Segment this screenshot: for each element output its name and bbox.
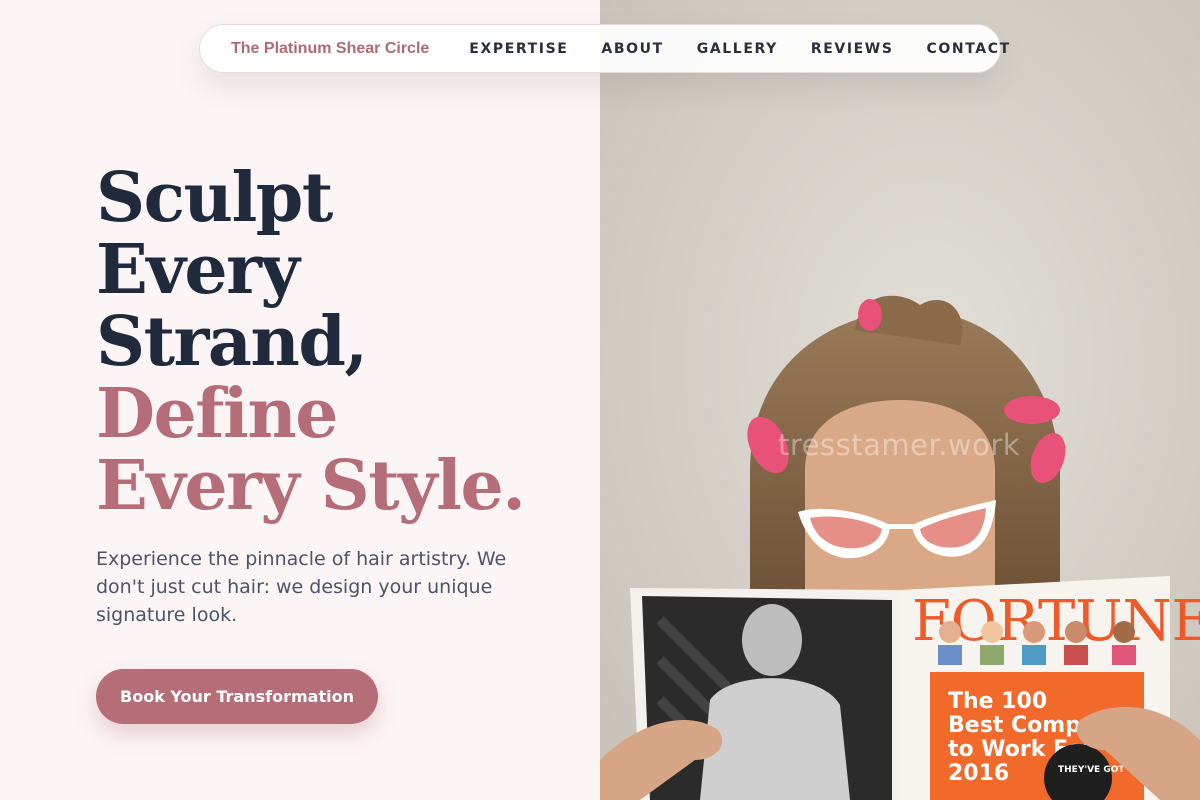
top-navigation: The Platinum Shear Circle EXPERTISE ABOU… xyxy=(199,24,1009,73)
watermark-text: tresstamer.work xyxy=(778,428,1021,462)
nav-link-gallery[interactable]: GALLERY xyxy=(697,41,778,57)
svg-text:2016: 2016 xyxy=(948,761,1009,786)
svg-text:THEY'VE GOT: THEY'VE GOT xyxy=(1058,765,1125,775)
headline-line: Strand, xyxy=(96,302,368,382)
nav-link-expertise[interactable]: EXPERTISE xyxy=(469,41,568,57)
magazine-title: FORTUNE xyxy=(912,589,1200,654)
headline-line: Sculpt xyxy=(96,158,333,238)
book-transformation-button[interactable]: Book Your Transformation xyxy=(96,669,378,724)
nav-links: EXPERTISE ABOUT GALLERY REVIEWS CONTACT xyxy=(469,41,1010,57)
hero-subtext: Experience the pinnacle of hair artistry… xyxy=(96,548,507,626)
woman-reading-magazine-illustration: FORTUNE The 100 Best Companies to Work F… xyxy=(600,0,1200,800)
svg-text:The 100: The 100 xyxy=(948,689,1047,714)
headline-line: Every xyxy=(96,230,300,310)
nav-link-reviews[interactable]: REVIEWS xyxy=(811,41,894,57)
headline-accent-line: Every Style. xyxy=(96,446,526,526)
hero-headline: Sculpt Every Strand, Define Every Style. xyxy=(96,158,526,526)
headline-accent-line: Define xyxy=(96,374,339,454)
brand-logo-link[interactable]: The Platinum Shear Circle xyxy=(231,40,429,58)
nav-link-contact[interactable]: CONTACT xyxy=(927,41,1011,57)
hero-photo: FORTUNE The 100 Best Companies to Work F… xyxy=(600,0,1200,800)
nav-link-about[interactable]: ABOUT xyxy=(601,41,663,57)
